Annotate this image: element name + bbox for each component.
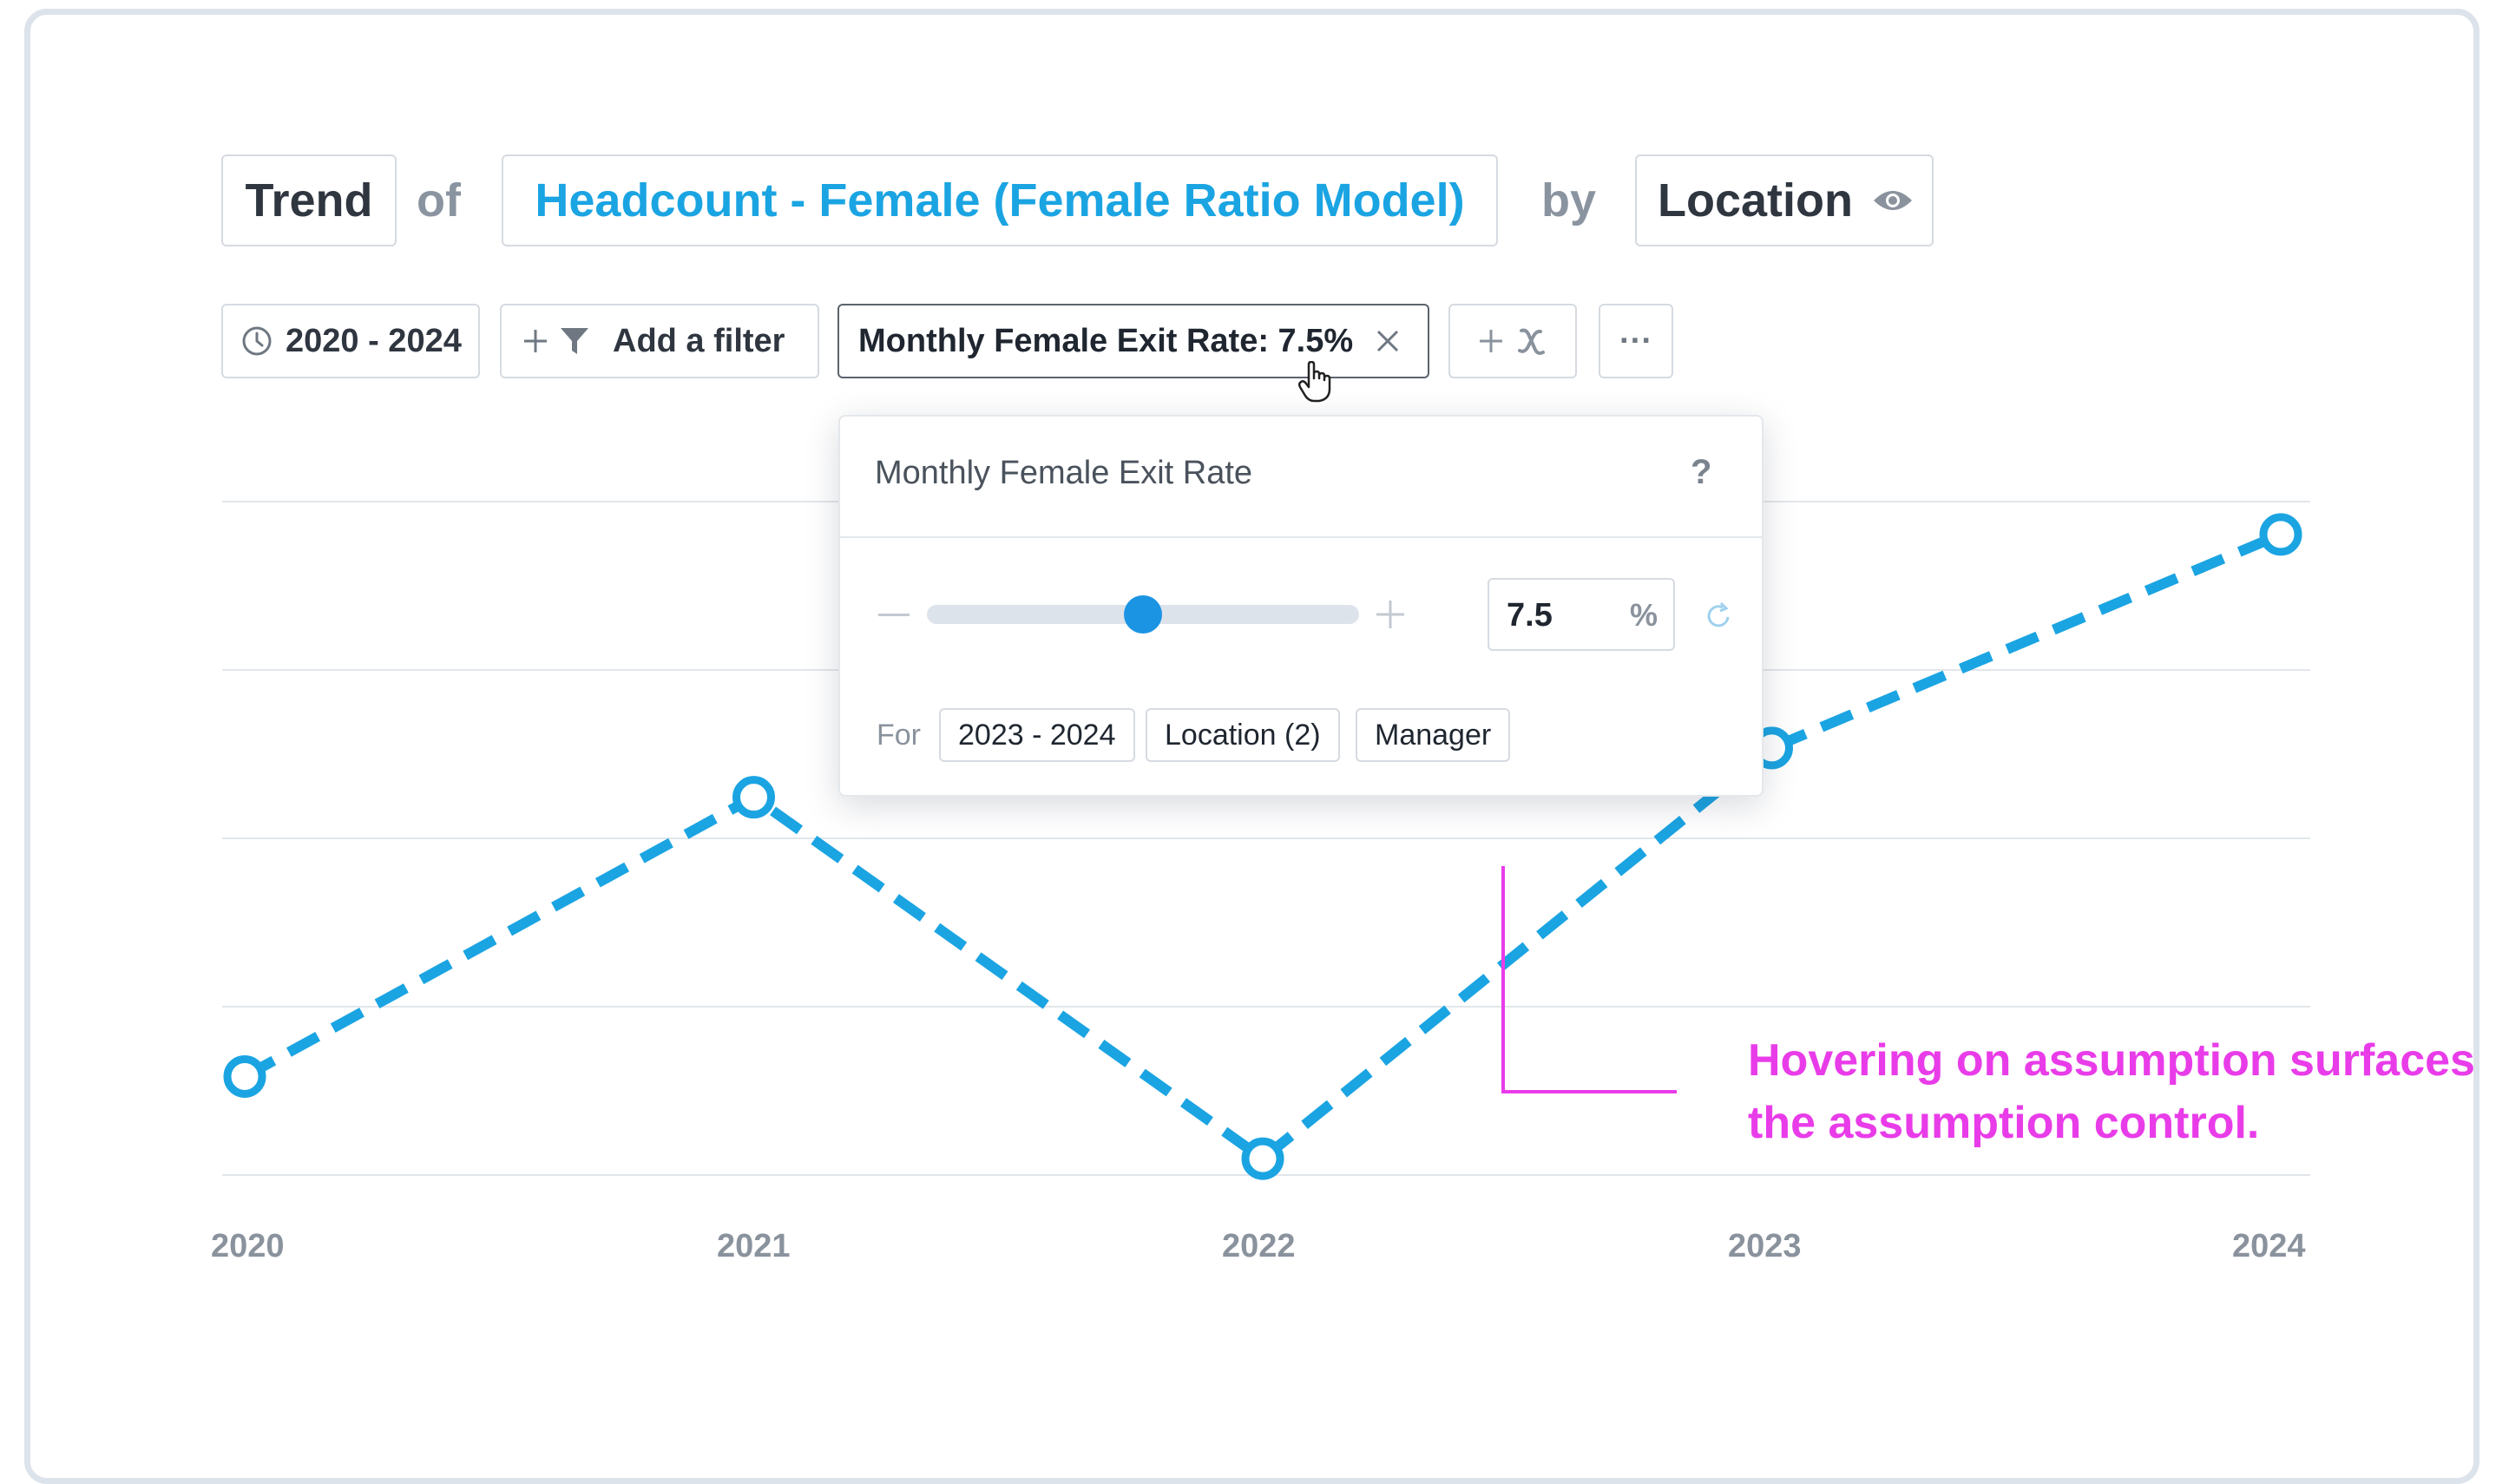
slider-knob[interactable] xyxy=(1124,595,1162,634)
assumption-popover: Monthly Female Exit Rate ? 7.5 % For 202… xyxy=(838,415,1764,797)
x-tick-label: 2023 xyxy=(1728,1228,1802,1264)
popover-title: Monthly Female Exit Rate xyxy=(875,455,1253,491)
scope-chip-manager[interactable]: Manager xyxy=(1356,708,1511,762)
popover-divider xyxy=(840,536,1762,538)
data-point[interactable] xyxy=(732,776,775,819)
minus-icon[interactable] xyxy=(878,613,910,618)
x-tick-label: 2024 xyxy=(2232,1228,2306,1264)
unit-label: % xyxy=(1629,597,1658,633)
scope-chip-location[interactable]: Location (2) xyxy=(1146,708,1340,762)
plus-icon[interactable] xyxy=(1375,599,1406,630)
x-tick-label: 2021 xyxy=(717,1228,791,1264)
scope-chip-date[interactable]: 2023 - 2024 xyxy=(939,708,1135,762)
value-text: 7.5 xyxy=(1507,597,1553,634)
x-tick-label: 2020 xyxy=(211,1228,285,1264)
annotation-line-2: the assumption control. xyxy=(1748,1098,2260,1148)
help-icon[interactable]: ? xyxy=(1691,453,1711,492)
x-tick-label: 2022 xyxy=(1222,1228,1296,1264)
data-point[interactable] xyxy=(223,1054,266,1098)
reset-icon[interactable] xyxy=(1703,601,1734,632)
data-point[interactable] xyxy=(2259,513,2302,556)
annotation-line-1: Hovering on assumption surfaces xyxy=(1748,1035,2475,1086)
data-point[interactable] xyxy=(1241,1137,1284,1180)
for-label: For xyxy=(877,719,921,752)
value-input[interactable]: 7.5 % xyxy=(1488,578,1675,651)
